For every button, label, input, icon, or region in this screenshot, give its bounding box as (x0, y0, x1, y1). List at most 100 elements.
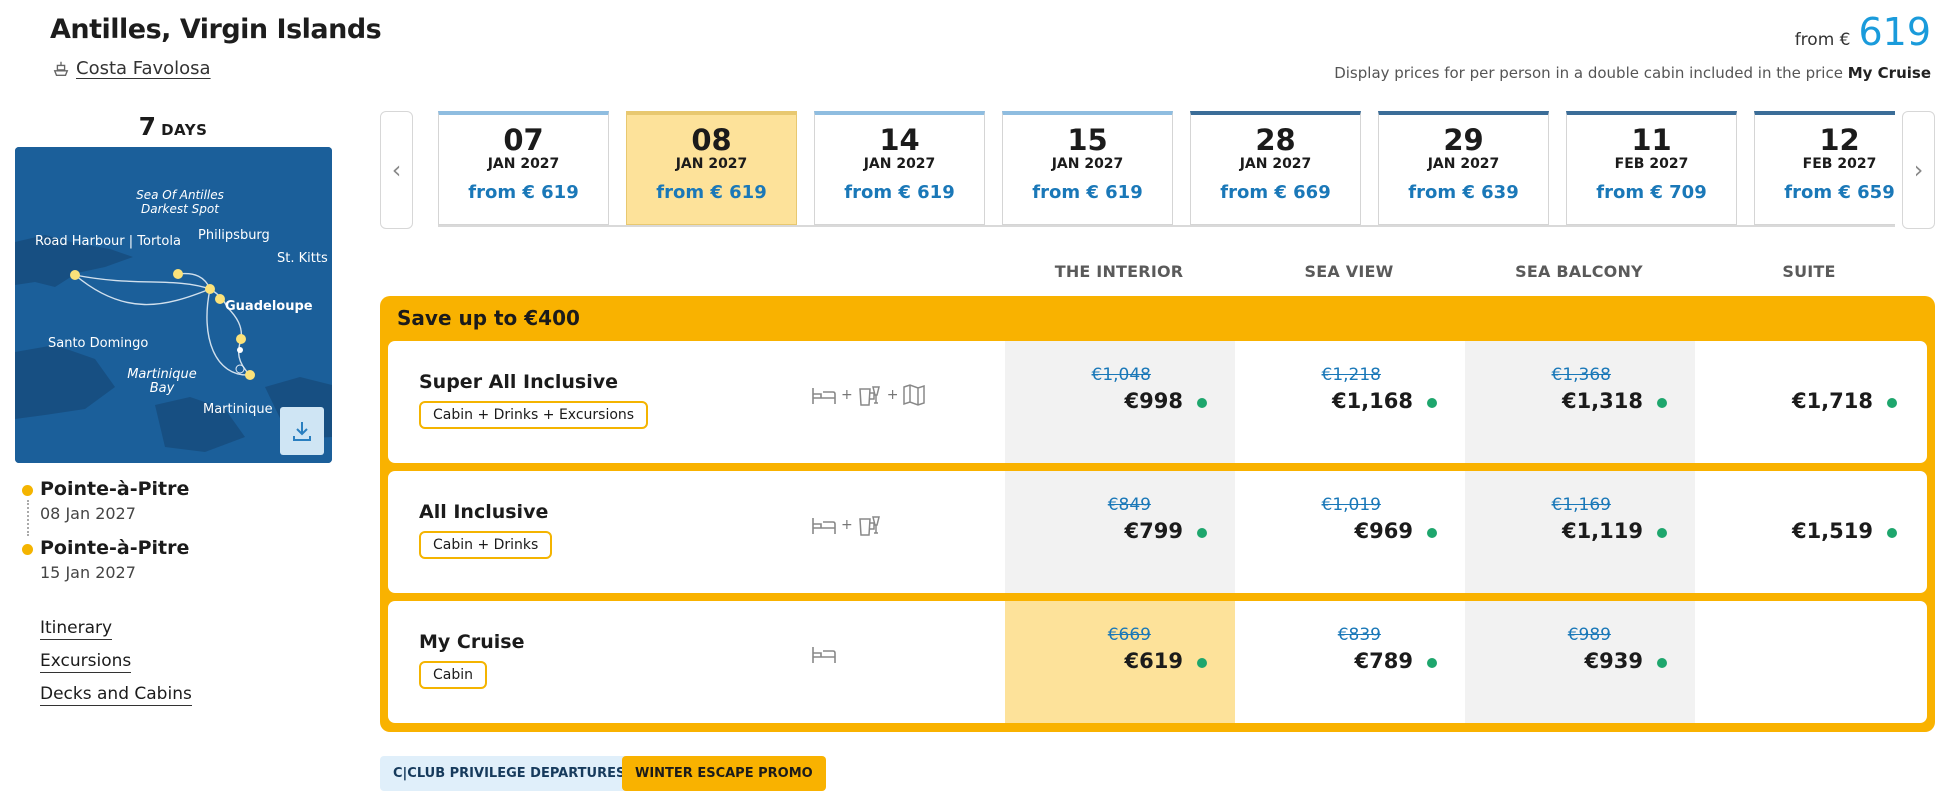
fare-name: All Inclusive (419, 501, 549, 523)
date-month: JAN 2027 (1051, 156, 1124, 172)
map-label-santo-domingo: Santo Domingo (48, 336, 148, 351)
price-new: €969 (1354, 519, 1413, 543)
price-cell-sea-view[interactable]: €839 €789 (1235, 601, 1465, 723)
price-old: €1,048 (1091, 365, 1151, 385)
price-cell-sea-view[interactable]: €1,019 €969 (1235, 471, 1465, 593)
price-cell-sea-balcony[interactable]: €1,169 €1,119 (1465, 471, 1695, 593)
availability-dot-icon (1887, 398, 1897, 408)
date-day: 07 (503, 123, 544, 157)
price-cell-suite[interactable]: €1,519 (1695, 471, 1925, 593)
date-day: 08 (691, 123, 732, 157)
from-price-value: 619 (1858, 10, 1931, 54)
date-day: 29 (1443, 123, 1484, 157)
date-month: JAN 2027 (487, 156, 560, 172)
price-cell-suite[interactable]: €1,718 (1695, 341, 1925, 463)
date-day: 11 (1631, 123, 1672, 157)
price-old: €1,169 (1551, 495, 1611, 515)
date-month: JAN 2027 (1239, 156, 1312, 172)
availability-dot-icon (1427, 658, 1437, 668)
itinerary-map[interactable]: Sea Of Antilles Darkest Spot Road Harbou… (15, 147, 332, 463)
fare-tag: Cabin + Drinks (419, 531, 553, 559)
detail-links: Itinerary Excursions Decks and Cabins (40, 618, 192, 717)
stop-port: Pointe-à-Pitre (40, 537, 190, 559)
price-cell-sea-view[interactable]: €1,218 €1,168 (1235, 341, 1465, 463)
price-new: €939 (1584, 649, 1643, 673)
price-new: €799 (1124, 519, 1183, 543)
date-card-selected[interactable]: 08 JAN 2027 from € 619 (626, 111, 797, 225)
date-card[interactable]: 15 JAN 2027 from € 619 (1002, 111, 1173, 225)
date-list: 07 JAN 2027 from € 619 08 JAN 2027 from … (438, 111, 1895, 227)
map-icon (903, 384, 926, 406)
column-interior: THE INTERIOR (1054, 262, 1184, 281)
chevron-left-icon: ‹ (391, 156, 402, 184)
price-old: €1,218 (1321, 365, 1381, 385)
map-label-martinique: Martinique (203, 402, 273, 417)
availability-dot-icon (1887, 528, 1897, 538)
price-note-bold: My Cruise (1847, 64, 1931, 82)
price-cell-sea-balcony[interactable]: €1,368 €1,318 (1465, 341, 1695, 463)
fare-includes: + + (811, 383, 926, 407)
dates-next-button[interactable]: › (1902, 111, 1935, 229)
price-old: €1,019 (1321, 495, 1381, 515)
date-day: 14 (879, 123, 920, 157)
excursions-link[interactable]: Excursions (40, 651, 132, 673)
column-sea-view: SEA VIEW (1304, 262, 1394, 281)
column-suite: SUITE (1782, 262, 1836, 281)
duration: 7 DAYS (14, 112, 332, 141)
ship-icon (53, 61, 69, 76)
fare-row-my-cruise: My Cruise Cabin €669 €619 €839 €789 €989… (388, 601, 1927, 723)
bed-icon (812, 388, 836, 404)
date-month: JAN 2027 (1427, 156, 1500, 172)
price-cell-interior[interactable]: €849 €799 (1005, 471, 1235, 593)
availability-dot-icon (1197, 398, 1207, 408)
duration-number: 7 (138, 112, 156, 141)
date-card[interactable]: 14 JAN 2027 from € 619 (814, 111, 985, 225)
dates-prev-button[interactable]: ‹ (380, 111, 413, 229)
map-label-bay: Bay (150, 381, 175, 396)
from-price: from € 619 (1795, 10, 1931, 54)
winter-promo-badge: WINTER ESCAPE PROMO (622, 756, 826, 791)
date-month: JAN 2027 (675, 156, 748, 172)
map-label-guadeloupe: Guadeloupe (225, 299, 313, 314)
price-new: €619 (1124, 649, 1183, 673)
date-card[interactable]: 11 FEB 2027 from € 709 (1566, 111, 1737, 225)
availability-dot-icon (1427, 528, 1437, 538)
itinerary-link[interactable]: Itinerary (40, 618, 113, 640)
map-label-tortola: Road Harbour | Tortola (35, 234, 181, 249)
price-new: €1,519 (1791, 519, 1873, 543)
fare-includes (811, 643, 837, 665)
ship-link[interactable]: Costa Favolosa (52, 58, 211, 79)
date-card[interactable]: 29 JAN 2027 from € 639 (1378, 111, 1549, 225)
date-price: from € 669 (1220, 182, 1331, 203)
map-label-stkitts: St. Kitts (277, 251, 328, 266)
route-stop: Pointe-à-Pitre 08 Jan 2027 (22, 478, 342, 523)
date-price: from € 619 (656, 182, 767, 203)
fare-tag: Cabin + Drinks + Excursions (419, 401, 649, 429)
map-label-martinique-bay: Martinique (127, 367, 197, 382)
fare-tag: Cabin (419, 661, 488, 689)
stop-marker-icon (22, 485, 33, 496)
ship-name: Costa Favolosa (76, 58, 211, 79)
price-cell-suite-empty (1695, 601, 1925, 723)
price-note-text: Display prices for per person in a doubl… (1334, 64, 1843, 82)
map-label-darkest: Darkest Spot (141, 202, 220, 216)
price-new: €1,168 (1331, 389, 1413, 413)
price-cell-interior-selected[interactable]: €669 €619 (1005, 601, 1235, 723)
date-card[interactable]: 28 JAN 2027 from € 669 (1190, 111, 1361, 225)
date-month: JAN 2027 (863, 156, 936, 172)
date-card[interactable]: 07 JAN 2027 from € 619 (438, 111, 609, 225)
price-old: €839 (1337, 625, 1381, 645)
price-cell-interior[interactable]: €1,048 €998 (1005, 341, 1235, 463)
promo-title: Save up to €400 (397, 306, 580, 330)
drinks-icon (858, 516, 880, 536)
map-download-button[interactable] (280, 407, 324, 455)
date-card[interactable]: 12 FEB 2027 from € 659 (1754, 111, 1895, 225)
download-icon (293, 422, 311, 441)
decks-cabins-link[interactable]: Decks and Cabins (40, 684, 192, 706)
price-cell-sea-balcony[interactable]: €989 €939 (1465, 601, 1695, 723)
date-price: from € 709 (1596, 182, 1707, 203)
availability-dot-icon (1657, 528, 1667, 538)
date-price: from € 619 (1032, 182, 1143, 203)
club-privilege-badge: C|CLUB PRIVILEGE DEPARTURES (380, 756, 639, 791)
date-day: 12 (1819, 123, 1860, 157)
